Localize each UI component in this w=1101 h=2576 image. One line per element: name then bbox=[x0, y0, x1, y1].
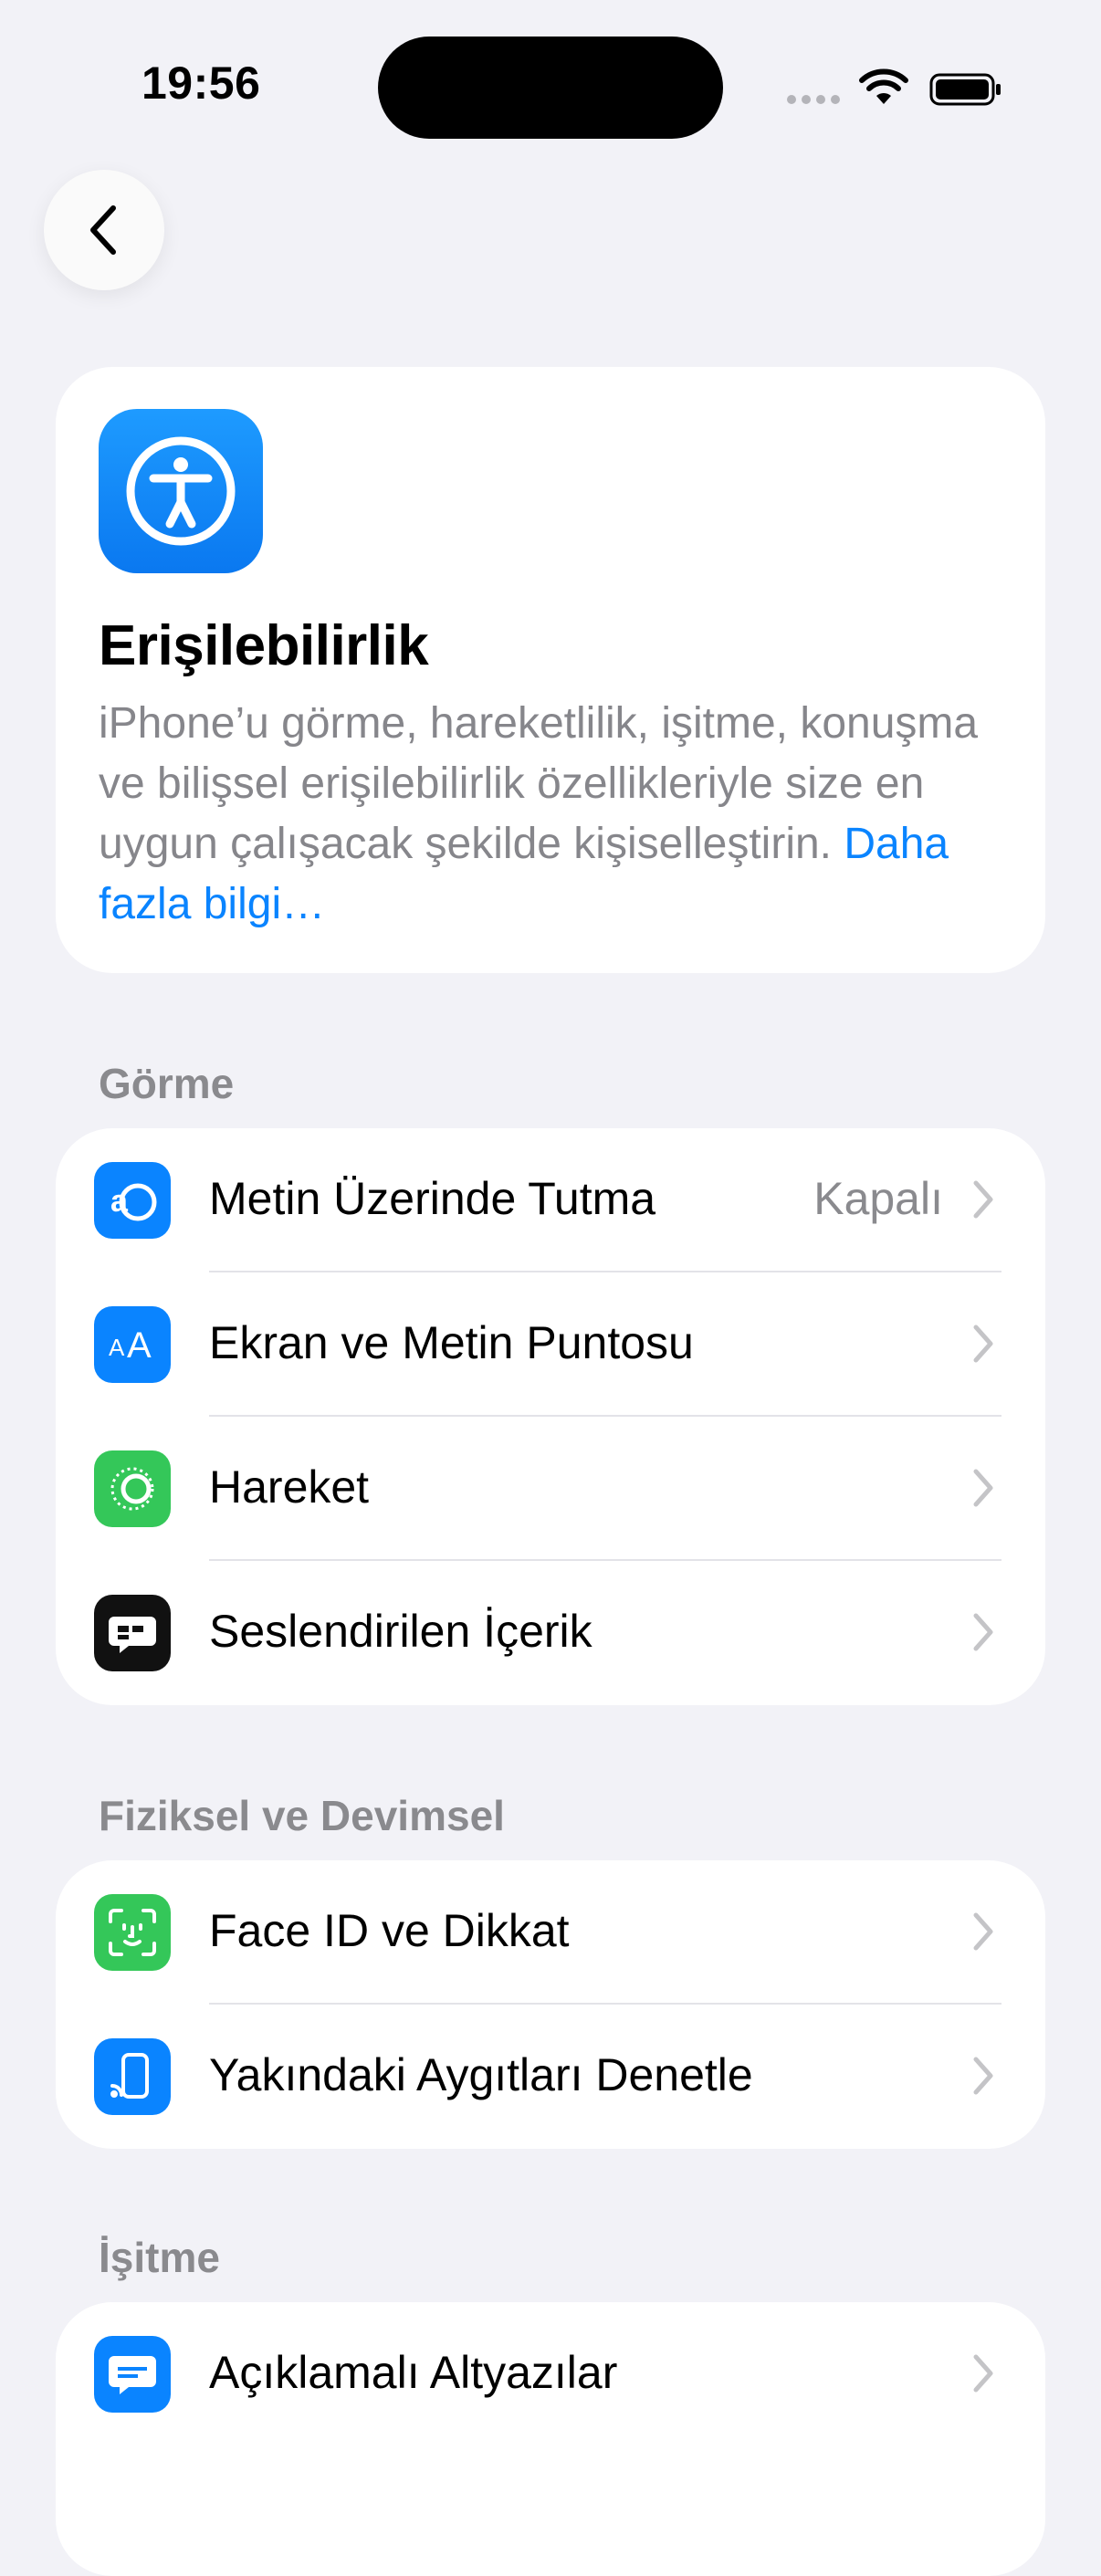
face-id-icon bbox=[94, 1894, 171, 1971]
row-label: Ekran ve Metin Puntosu bbox=[209, 1317, 694, 1368]
section-title-physical-motor: Fiziksel ve Devimsel bbox=[99, 1792, 505, 1839]
chevron-right-icon bbox=[973, 1912, 993, 1951]
chevron-right-icon bbox=[973, 1613, 993, 1651]
nearby-devices-icon bbox=[94, 2038, 171, 2115]
spoken-content-icon bbox=[94, 1595, 171, 1671]
svg-text:A: A bbox=[127, 1325, 152, 1366]
row-label: Açıklamalı Altyazılar bbox=[209, 2347, 618, 2398]
header-description: iPhone’u görme, hareketlilik, işitme, ko… bbox=[99, 699, 979, 928]
wifi-icon bbox=[859, 68, 908, 104]
accessibility-icon bbox=[99, 409, 263, 573]
row-label: Metin Üzerinde Tutma bbox=[209, 1173, 656, 1224]
vision-group: a Metin Üzerinde Tutma Kapalı A A Ekran … bbox=[56, 1128, 1045, 1705]
chevron-right-icon bbox=[973, 2354, 993, 2393]
hover-text-icon: a bbox=[94, 1162, 171, 1239]
page-title: Erişilebilirlik bbox=[99, 614, 429, 677]
battery-icon bbox=[929, 73, 1001, 106]
row-label: Seslendirilen İçerik bbox=[209, 1606, 592, 1657]
row-hover-text[interactable]: a Metin Üzerinde Tutma Kapalı bbox=[56, 1128, 1045, 1272]
motion-icon bbox=[94, 1450, 171, 1527]
cellular-signal-icon bbox=[787, 95, 840, 104]
dynamic-island bbox=[378, 37, 723, 139]
row-motion[interactable]: Hareket bbox=[56, 1417, 1045, 1561]
row-face-id-attention[interactable]: Face ID ve Dikkat bbox=[56, 1860, 1045, 2005]
chevron-right-icon bbox=[973, 2057, 993, 2095]
status-time: 19:56 bbox=[142, 58, 261, 109]
hearing-group: Açıklamalı Altyazılar bbox=[56, 2302, 1045, 2576]
row-display-text-size[interactable]: A A Ekran ve Metin Puntosu bbox=[56, 1272, 1045, 1417]
chevron-right-icon bbox=[973, 1469, 993, 1507]
chevron-right-icon bbox=[973, 1180, 993, 1219]
section-title-hearing: İşitme bbox=[99, 2234, 220, 2281]
text-size-icon: A A bbox=[94, 1306, 171, 1383]
subtitles-icon bbox=[94, 2336, 171, 2413]
back-button[interactable] bbox=[44, 170, 164, 290]
row-label: Yakındaki Aygıtları Denetle bbox=[209, 2049, 753, 2100]
row-label: Face ID ve Dikkat bbox=[209, 1905, 570, 1956]
row-subtitles-captioning[interactable]: Açıklamalı Altyazılar bbox=[56, 2302, 1045, 2446]
row-nearby-devices[interactable]: Yakındaki Aygıtları Denetle bbox=[56, 2005, 1045, 2149]
svg-text:A: A bbox=[109, 1334, 125, 1361]
row-label: Hareket bbox=[209, 1461, 370, 1513]
chevron-left-icon bbox=[90, 205, 116, 255]
svg-text:a: a bbox=[110, 1184, 129, 1219]
row-spoken-content[interactable]: Seslendirilen İçerik bbox=[56, 1561, 1045, 1705]
row-value: Kapalı bbox=[813, 1173, 943, 1224]
physical-motor-group: Face ID ve Dikkat Yakındaki Aygıtları De… bbox=[56, 1860, 1045, 2149]
section-title-vision: Görme bbox=[99, 1060, 235, 1107]
chevron-right-icon bbox=[973, 1325, 993, 1363]
